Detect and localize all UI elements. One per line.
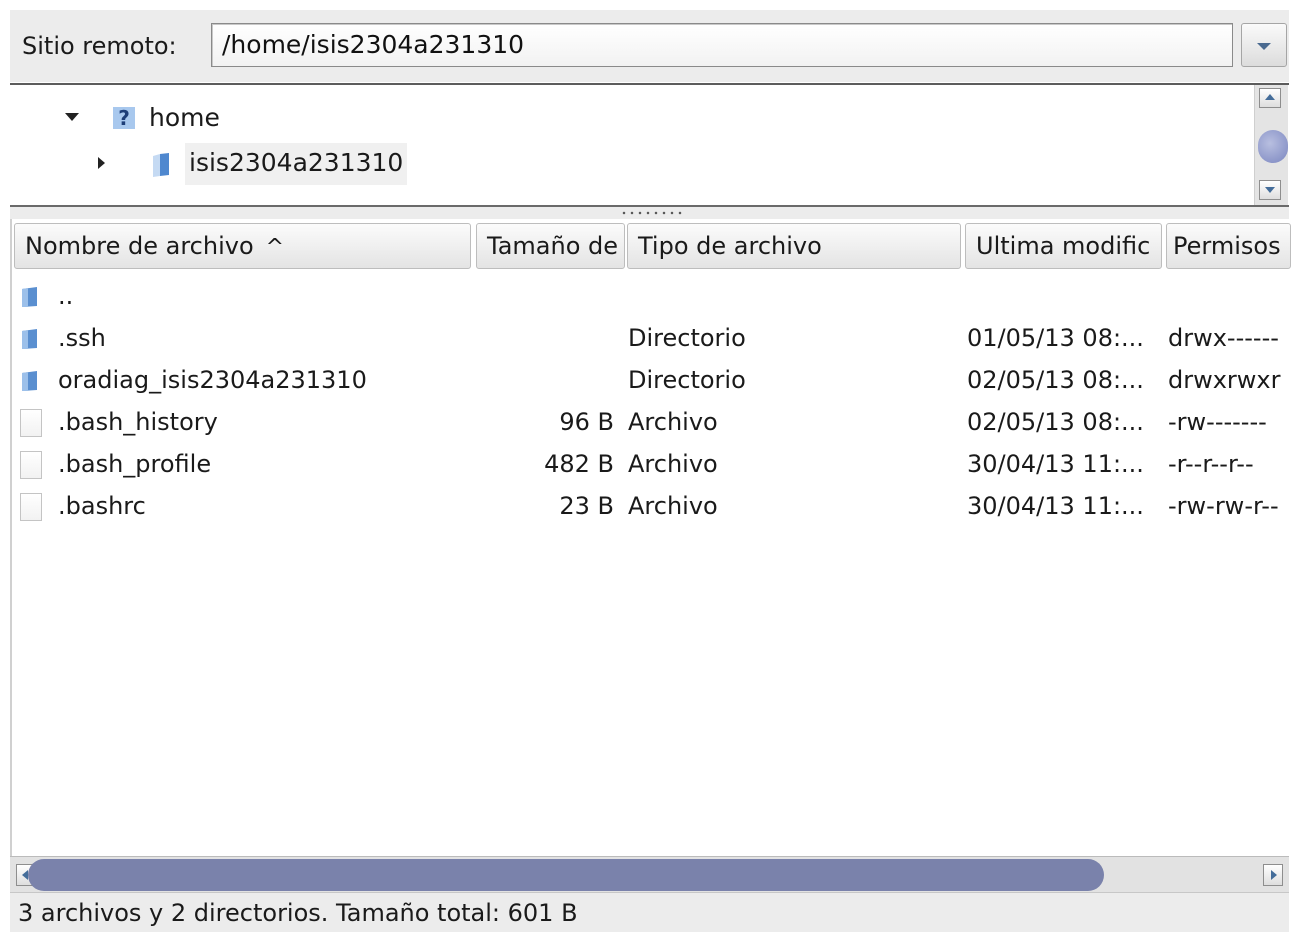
file-modified: 30/04/13 11:...	[967, 450, 1144, 478]
scroll-right-button[interactable]	[1263, 864, 1283, 886]
file-row[interactable]: .bashrc 23 B Archivo 30/04/13 11:... -rw…	[12, 485, 1291, 527]
tree-item-label: home	[149, 103, 220, 132]
file-row[interactable]: .bash_history 96 B Archivo 02/05/13 08:.…	[12, 401, 1291, 443]
column-header-size[interactable]: Tamaño de	[476, 223, 625, 269]
folder-icon	[22, 371, 37, 391]
file-permissions: drwx------	[1168, 324, 1279, 352]
arrow-up-icon	[1265, 94, 1275, 100]
file-icon	[20, 409, 42, 437]
scroll-down-button[interactable]	[1259, 180, 1281, 200]
file-type: Archivo	[628, 450, 718, 478]
file-modified: 02/05/13 08:...	[967, 408, 1144, 436]
remote-file-panel: Sitio remoto: /home/isis2304a231310 ? ho…	[0, 0, 1303, 935]
file-permissions: -r--r--r--	[1168, 450, 1254, 478]
remote-site-bar: Sitio remoto: /home/isis2304a231310	[10, 10, 1289, 82]
tree-expander-expanded[interactable]	[65, 98, 81, 138]
folder-icon	[22, 329, 37, 349]
triangle-down-icon	[65, 113, 79, 121]
tree-vertical-scrollbar[interactable]	[1254, 85, 1288, 205]
file-name: ..	[58, 282, 74, 310]
column-header-name[interactable]: Nombre de archivo ^	[14, 223, 471, 269]
file-name: .bash_history	[58, 408, 218, 436]
column-header-permissions[interactable]: Permisos	[1166, 223, 1291, 269]
file-permissions: -rw-rw-r--	[1168, 492, 1279, 520]
arrow-down-icon	[1265, 187, 1275, 193]
splitter-grip-icon[interactable]	[620, 210, 682, 216]
scrollbar-thumb[interactable]	[28, 859, 1104, 891]
remote-site-label: Sitio remoto:	[22, 32, 177, 60]
chevron-down-icon	[1257, 43, 1271, 50]
file-modified: 30/04/13 11:...	[967, 492, 1144, 520]
scroll-up-button[interactable]	[1259, 88, 1281, 108]
folder-icon	[22, 287, 37, 307]
file-permissions: -rw-------	[1168, 408, 1267, 436]
file-size: 96 B	[559, 408, 614, 436]
file-name: oradiag_isis2304a231310	[58, 366, 367, 394]
file-name: .bashrc	[58, 492, 146, 520]
file-list: Nombre de archivo ^ Tamaño de Tipo de arc…	[10, 219, 1291, 856]
file-name: .bash_profile	[58, 450, 212, 478]
question-folder-icon: ?	[113, 107, 135, 129]
file-modified: 02/05/13 08:...	[967, 366, 1144, 394]
column-header-type[interactable]: Tipo de archivo	[627, 223, 961, 269]
scrollbar-thumb[interactable]	[1258, 130, 1288, 163]
file-size: 482 B	[544, 450, 614, 478]
file-row[interactable]: .bash_profile 482 B Archivo 30/04/13 11:…	[12, 443, 1291, 485]
sort-ascending-icon: ^	[265, 235, 285, 260]
file-type: Archivo	[628, 492, 718, 520]
tree-item-label: isis2304a231310	[185, 143, 408, 185]
file-row[interactable]: ..	[12, 275, 1291, 317]
column-header-label: Nombre de archivo	[25, 232, 254, 260]
remote-path-dropdown-button[interactable]	[1241, 23, 1287, 67]
tree-expander-collapsed[interactable]	[95, 143, 111, 183]
file-icon	[20, 451, 42, 479]
arrow-right-icon	[1271, 870, 1277, 880]
triangle-right-icon	[98, 157, 105, 169]
file-type: Directorio	[628, 324, 746, 352]
column-header-modified[interactable]: Ultima modific	[965, 223, 1162, 269]
file-icon	[20, 493, 42, 521]
file-list-horizontal-scrollbar[interactable]	[10, 856, 1289, 892]
folder-icon	[153, 153, 169, 177]
file-permissions: drwxrwxr	[1168, 366, 1281, 394]
file-modified: 01/05/13 08:...	[967, 324, 1144, 352]
directory-tree: ? home isis2304a231310	[10, 83, 1289, 207]
file-name: .ssh	[58, 324, 106, 352]
file-row[interactable]: oradiag_isis2304a231310 Directorio 02/05…	[12, 359, 1291, 401]
file-row[interactable]: .ssh Directorio 01/05/13 08:... drwx----…	[12, 317, 1291, 359]
remote-path-input[interactable]: /home/isis2304a231310	[211, 23, 1233, 67]
file-list-header: Nombre de archivo ^ Tamaño de Tipo de arc…	[12, 223, 1291, 271]
file-type: Directorio	[628, 366, 746, 394]
file-size: 23 B	[559, 492, 614, 520]
status-bar: 3 archivos y 2 directorios. Tamaño total…	[10, 892, 1289, 932]
file-type: Archivo	[628, 408, 718, 436]
